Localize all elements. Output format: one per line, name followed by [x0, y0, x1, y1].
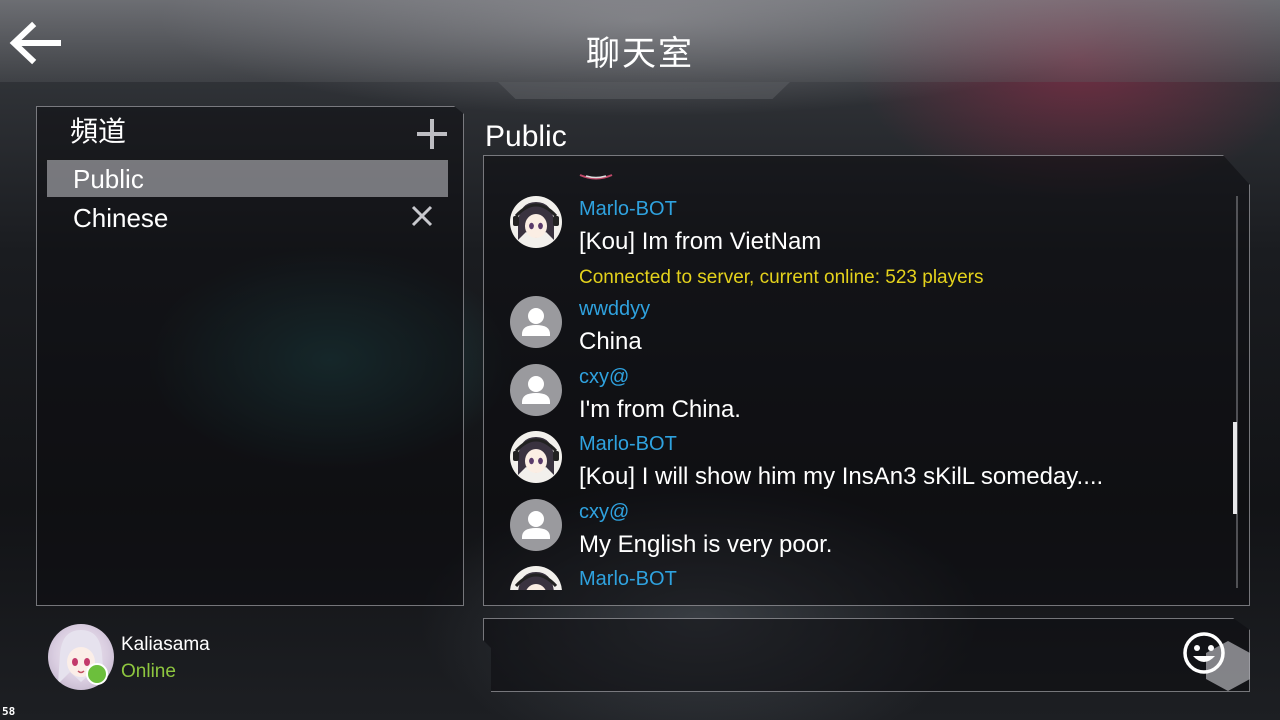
default-user-icon	[522, 511, 550, 539]
message-author[interactable]: cxy@	[579, 501, 629, 524]
close-channel-button[interactable]	[410, 204, 434, 228]
message-author[interactable]: Marlo-BOT	[579, 198, 677, 221]
smiley-icon	[1183, 632, 1225, 674]
default-user-icon	[522, 308, 550, 336]
header-notch	[498, 82, 790, 99]
avatar[interactable]	[510, 431, 562, 483]
message-author[interactable]: cxy@	[579, 366, 629, 389]
scrollbar-track[interactable]	[1236, 196, 1238, 588]
channel-item-label: Public	[73, 164, 144, 194]
channel-item-public[interactable]: Public	[47, 160, 448, 197]
avatar[interactable]	[510, 296, 562, 348]
fps-counter: 58	[2, 705, 16, 718]
message-text: [Kou] I will show him my InsAn3 sKilL so…	[579, 463, 1104, 490]
system-message: Connected to server, current online: 523…	[579, 267, 984, 288]
avatar[interactable]	[510, 566, 562, 590]
bot-avatar-image	[513, 202, 559, 240]
scrollbar-thumb[interactable]	[1233, 422, 1237, 514]
message-text: My English is very poor.	[579, 531, 833, 558]
bot-avatar-image	[514, 572, 558, 590]
channel-item-label: Chinese	[73, 203, 169, 233]
avatar[interactable]	[510, 364, 562, 416]
message-text: I'm from China.	[579, 396, 741, 423]
chat-channel-title: Public	[485, 120, 567, 153]
channel-heading: 頻道	[70, 116, 127, 147]
avatar[interactable]	[510, 196, 562, 248]
bot-avatar-image	[513, 437, 559, 475]
online-status-dot	[86, 663, 108, 685]
avatar[interactable]	[510, 499, 562, 551]
message-text: China	[579, 328, 642, 355]
profile-status: Online	[121, 661, 176, 682]
emoji-button[interactable]	[1181, 630, 1227, 676]
ornament-icon	[579, 174, 613, 180]
message-list[interactable]: Marlo-BOT [Kou] Im from VietNam Connecte…	[484, 160, 1224, 590]
channel-item-chinese[interactable]: Chinese	[47, 199, 448, 236]
message-author[interactable]: Marlo-BOT	[579, 433, 677, 456]
plus-icon	[417, 119, 447, 149]
page-title: 聊天室	[586, 35, 694, 73]
close-icon	[411, 205, 433, 227]
profile-name: Kaliasama	[121, 634, 210, 655]
message-author[interactable]: wwddyy	[579, 298, 650, 321]
add-channel-button[interactable]	[414, 116, 450, 152]
default-user-icon	[522, 376, 550, 404]
message-text: [Kou] Im from VietNam	[579, 228, 822, 255]
message-author[interactable]: Marlo-BOT	[579, 568, 677, 590]
message-input[interactable]	[496, 628, 1180, 686]
